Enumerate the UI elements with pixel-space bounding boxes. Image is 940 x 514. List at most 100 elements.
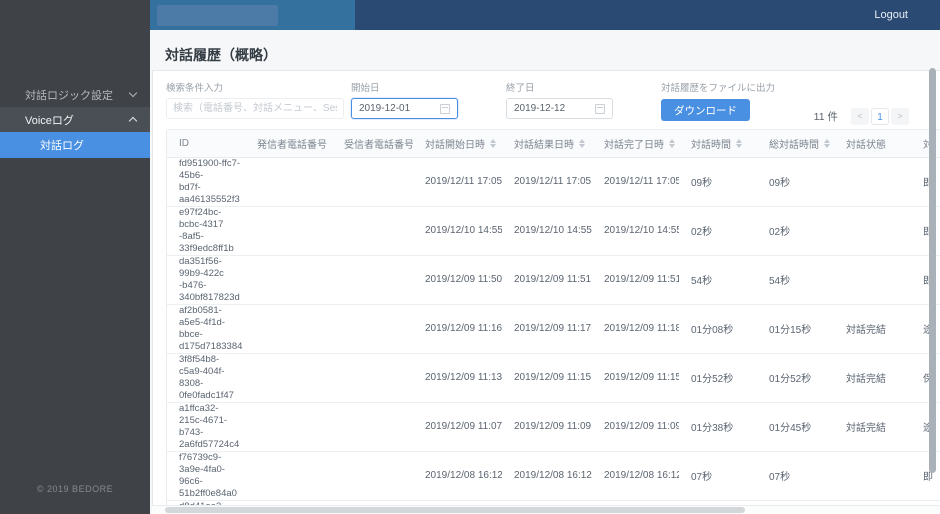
prev-page-button[interactable]: < — [851, 108, 869, 125]
cell-id: f76739c9-3a9e-4fa0- 96c6-51b2ff0e84a0 — [167, 451, 245, 501]
start-date-value: 2019-12-01 — [359, 103, 411, 114]
download-button[interactable]: ダウンロード — [661, 99, 750, 121]
column-header-7[interactable]: 総対話時間 — [757, 130, 834, 158]
main-content: 対話履歴（概略） 検索条件入力 開始日 2019-12-01 終了日 2019-… — [150, 30, 940, 514]
calendar-icon — [440, 103, 450, 114]
result-count: 11 件 — [813, 111, 838, 123]
sidebar: 対話ロジック設定 Voiceログ 対話ログ © 2019 BEDORE — [0, 0, 150, 514]
search-input[interactable] — [166, 98, 344, 119]
cell-complete: 2019/12/10 14:55:30 — [592, 206, 679, 256]
cell-complete: 2019/12/09 11:09:33 — [592, 402, 679, 452]
sort-icon[interactable] — [824, 138, 830, 148]
table-row[interactable]: af2b0581-a5e5-4f1d- bbce-d175d7183384 201… — [167, 304, 940, 354]
cell-caller — [245, 255, 332, 305]
vertical-scrollbar-thumb[interactable] — [929, 68, 936, 473]
sort-icon[interactable] — [490, 138, 496, 148]
cell-status — [834, 157, 911, 207]
cell-receiver — [332, 255, 413, 305]
sort-icon[interactable] — [669, 138, 675, 148]
cell-duration: 02秒 — [679, 206, 757, 256]
end-date-input[interactable]: 2019-12-12 — [506, 98, 613, 119]
vertical-scrollbar[interactable] — [929, 62, 936, 512]
history-table-container: ID 発信者電話番号 受信者電話番号 対話開始日時 対話結果日時 対話完了日時 対話時間 総対… — [166, 129, 940, 514]
chevron-up-icon — [128, 116, 138, 126]
cell-total_duration: 01分15秒 — [757, 304, 834, 354]
cell-complete: 2019/12/09 11:18:02 — [592, 304, 679, 354]
start-date-group: 開始日 2019-12-01 — [351, 80, 458, 119]
search-filter-group: 検索条件入力 — [166, 80, 344, 119]
cell-id: 3f8f54b8-c5a9-404f- 8308-0fe0fadc1f47 — [167, 353, 245, 403]
table-row[interactable]: a1ffca32-215c-4671- b743-2a6fd57724c4 201… — [167, 402, 940, 452]
table-row[interactable]: fd951900-ffc7-45b6- bd7f-aa46135552f3 201… — [167, 157, 940, 207]
column-header-3[interactable]: 対話開始日時 — [413, 130, 502, 158]
sort-icon[interactable] — [736, 138, 742, 148]
topbar: Logout — [150, 0, 940, 30]
calendar-icon — [595, 103, 605, 114]
table-row[interactable]: e97f24bc-bcbc-4317 -8af5-33f9edc8ff1b 201… — [167, 206, 940, 256]
cell-duration: 07秒 — [679, 451, 757, 501]
pagination: 11 件 < 1 > — [814, 108, 909, 125]
table-header-row: ID 発信者電話番号 受信者電話番号 対話開始日時 対話結果日時 対話完了日時 対話時間 総対… — [167, 130, 940, 158]
cell-start: 2019/12/09 11:07:48 — [413, 402, 502, 452]
cell-id: e97f24bc-bcbc-4317 -8af5-33f9edc8ff1b — [167, 206, 245, 256]
copyright-footer: © 2019 BEDORE — [36, 484, 114, 494]
table-row[interactable]: 3f8f54b8-c5a9-404f- 8308-0fe0fadc1f47 201… — [167, 353, 940, 403]
cell-caller — [245, 304, 332, 354]
column-header-0: ID — [167, 130, 245, 158]
topbar-right-section: Logout — [355, 0, 940, 30]
cell-total_duration: 01分52秒 — [757, 353, 834, 403]
cell-status — [834, 255, 911, 305]
cell-receiver — [332, 451, 413, 501]
table-row[interactable]: f76739c9-3a9e-4fa0- 96c6-51b2ff0e84a0 201… — [167, 451, 940, 501]
sort-icon[interactable] — [579, 138, 585, 148]
horizontal-scrollbar[interactable] — [152, 505, 940, 514]
horizontal-scrollbar-thumb[interactable] — [165, 507, 745, 513]
column-header-1[interactable]: 発信者電話番号 — [245, 130, 332, 158]
sidebar-item-voice-log[interactable]: Voiceログ — [0, 107, 150, 132]
column-header-2[interactable]: 受信者電話番号 — [332, 130, 413, 158]
chevron-down-icon — [128, 88, 138, 98]
sidebar-item-dialog-logic-settings[interactable]: 対話ロジック設定 — [0, 82, 150, 107]
column-label: 対話結果日時 — [514, 139, 574, 151]
next-page-button[interactable]: > — [891, 108, 909, 125]
column-header-4[interactable]: 対話結果日時 — [502, 130, 592, 158]
column-label: 対話時間 — [691, 139, 731, 151]
cell-caller — [245, 157, 332, 207]
menu-select[interactable] — [157, 4, 278, 26]
column-label: 総対話時間 — [769, 139, 819, 151]
logout-button[interactable]: Logout — [874, 9, 908, 21]
cell-status: 対話完結 — [834, 304, 911, 354]
column-header-6[interactable]: 対話時間 — [679, 130, 757, 158]
cell-complete: 2019/12/09 11:15:41 — [592, 353, 679, 403]
export-group: 対話履歴をファイルに出力 ダウンロード — [661, 80, 775, 121]
cell-total_duration: 54秒 — [757, 255, 834, 305]
cell-receiver — [332, 206, 413, 256]
cell-total_duration: 09秒 — [757, 157, 834, 207]
cell-start: 2019/12/10 14:55:28 — [413, 206, 502, 256]
page-title: 対話履歴（概略） — [165, 47, 277, 63]
cell-result: 2019/12/09 11:51:41 — [502, 255, 592, 305]
sidebar-item-dialog-log-active[interactable]: 対話ログ — [0, 132, 150, 158]
column-header-5[interactable]: 対話完了日時 — [592, 130, 679, 158]
cell-id: fd951900-ffc7-45b6- bd7f-aa46135552f3 — [167, 157, 245, 207]
cell-receiver — [332, 157, 413, 207]
column-label: 対話開始日時 — [425, 139, 485, 151]
column-label: 対話状態 — [846, 139, 886, 151]
cell-duration: 09秒 — [679, 157, 757, 207]
cell-caller — [245, 206, 332, 256]
cell-complete: 2019/12/09 11:51:41 — [592, 255, 679, 305]
cell-status — [834, 451, 911, 501]
end-date-label: 終了日 — [506, 83, 535, 94]
end-date-value: 2019-12-12 — [514, 103, 566, 114]
cell-start: 2019/12/09 11:50:47 — [413, 255, 502, 305]
table-row[interactable]: da351f56-99b9-422c -b476-340bf817823d 201… — [167, 255, 940, 305]
cell-receiver — [332, 353, 413, 403]
cell-caller — [245, 451, 332, 501]
current-page-button[interactable]: 1 — [871, 108, 889, 125]
cell-complete: 2019/12/11 17:05:39 — [592, 157, 679, 207]
history-panel: 検索条件入力 開始日 2019-12-01 終了日 2019-12-12 対話履… — [152, 70, 940, 514]
cell-id: af2b0581-a5e5-4f1d- bbce-d175d7183384 — [167, 304, 245, 354]
start-date-input[interactable]: 2019-12-01 — [351, 98, 458, 119]
cell-complete: 2019/12/08 16:12:21 — [592, 451, 679, 501]
app-window: 対話ロジック設定 Voiceログ 対話ログ © 2019 BEDORE Logo… — [0, 0, 940, 514]
